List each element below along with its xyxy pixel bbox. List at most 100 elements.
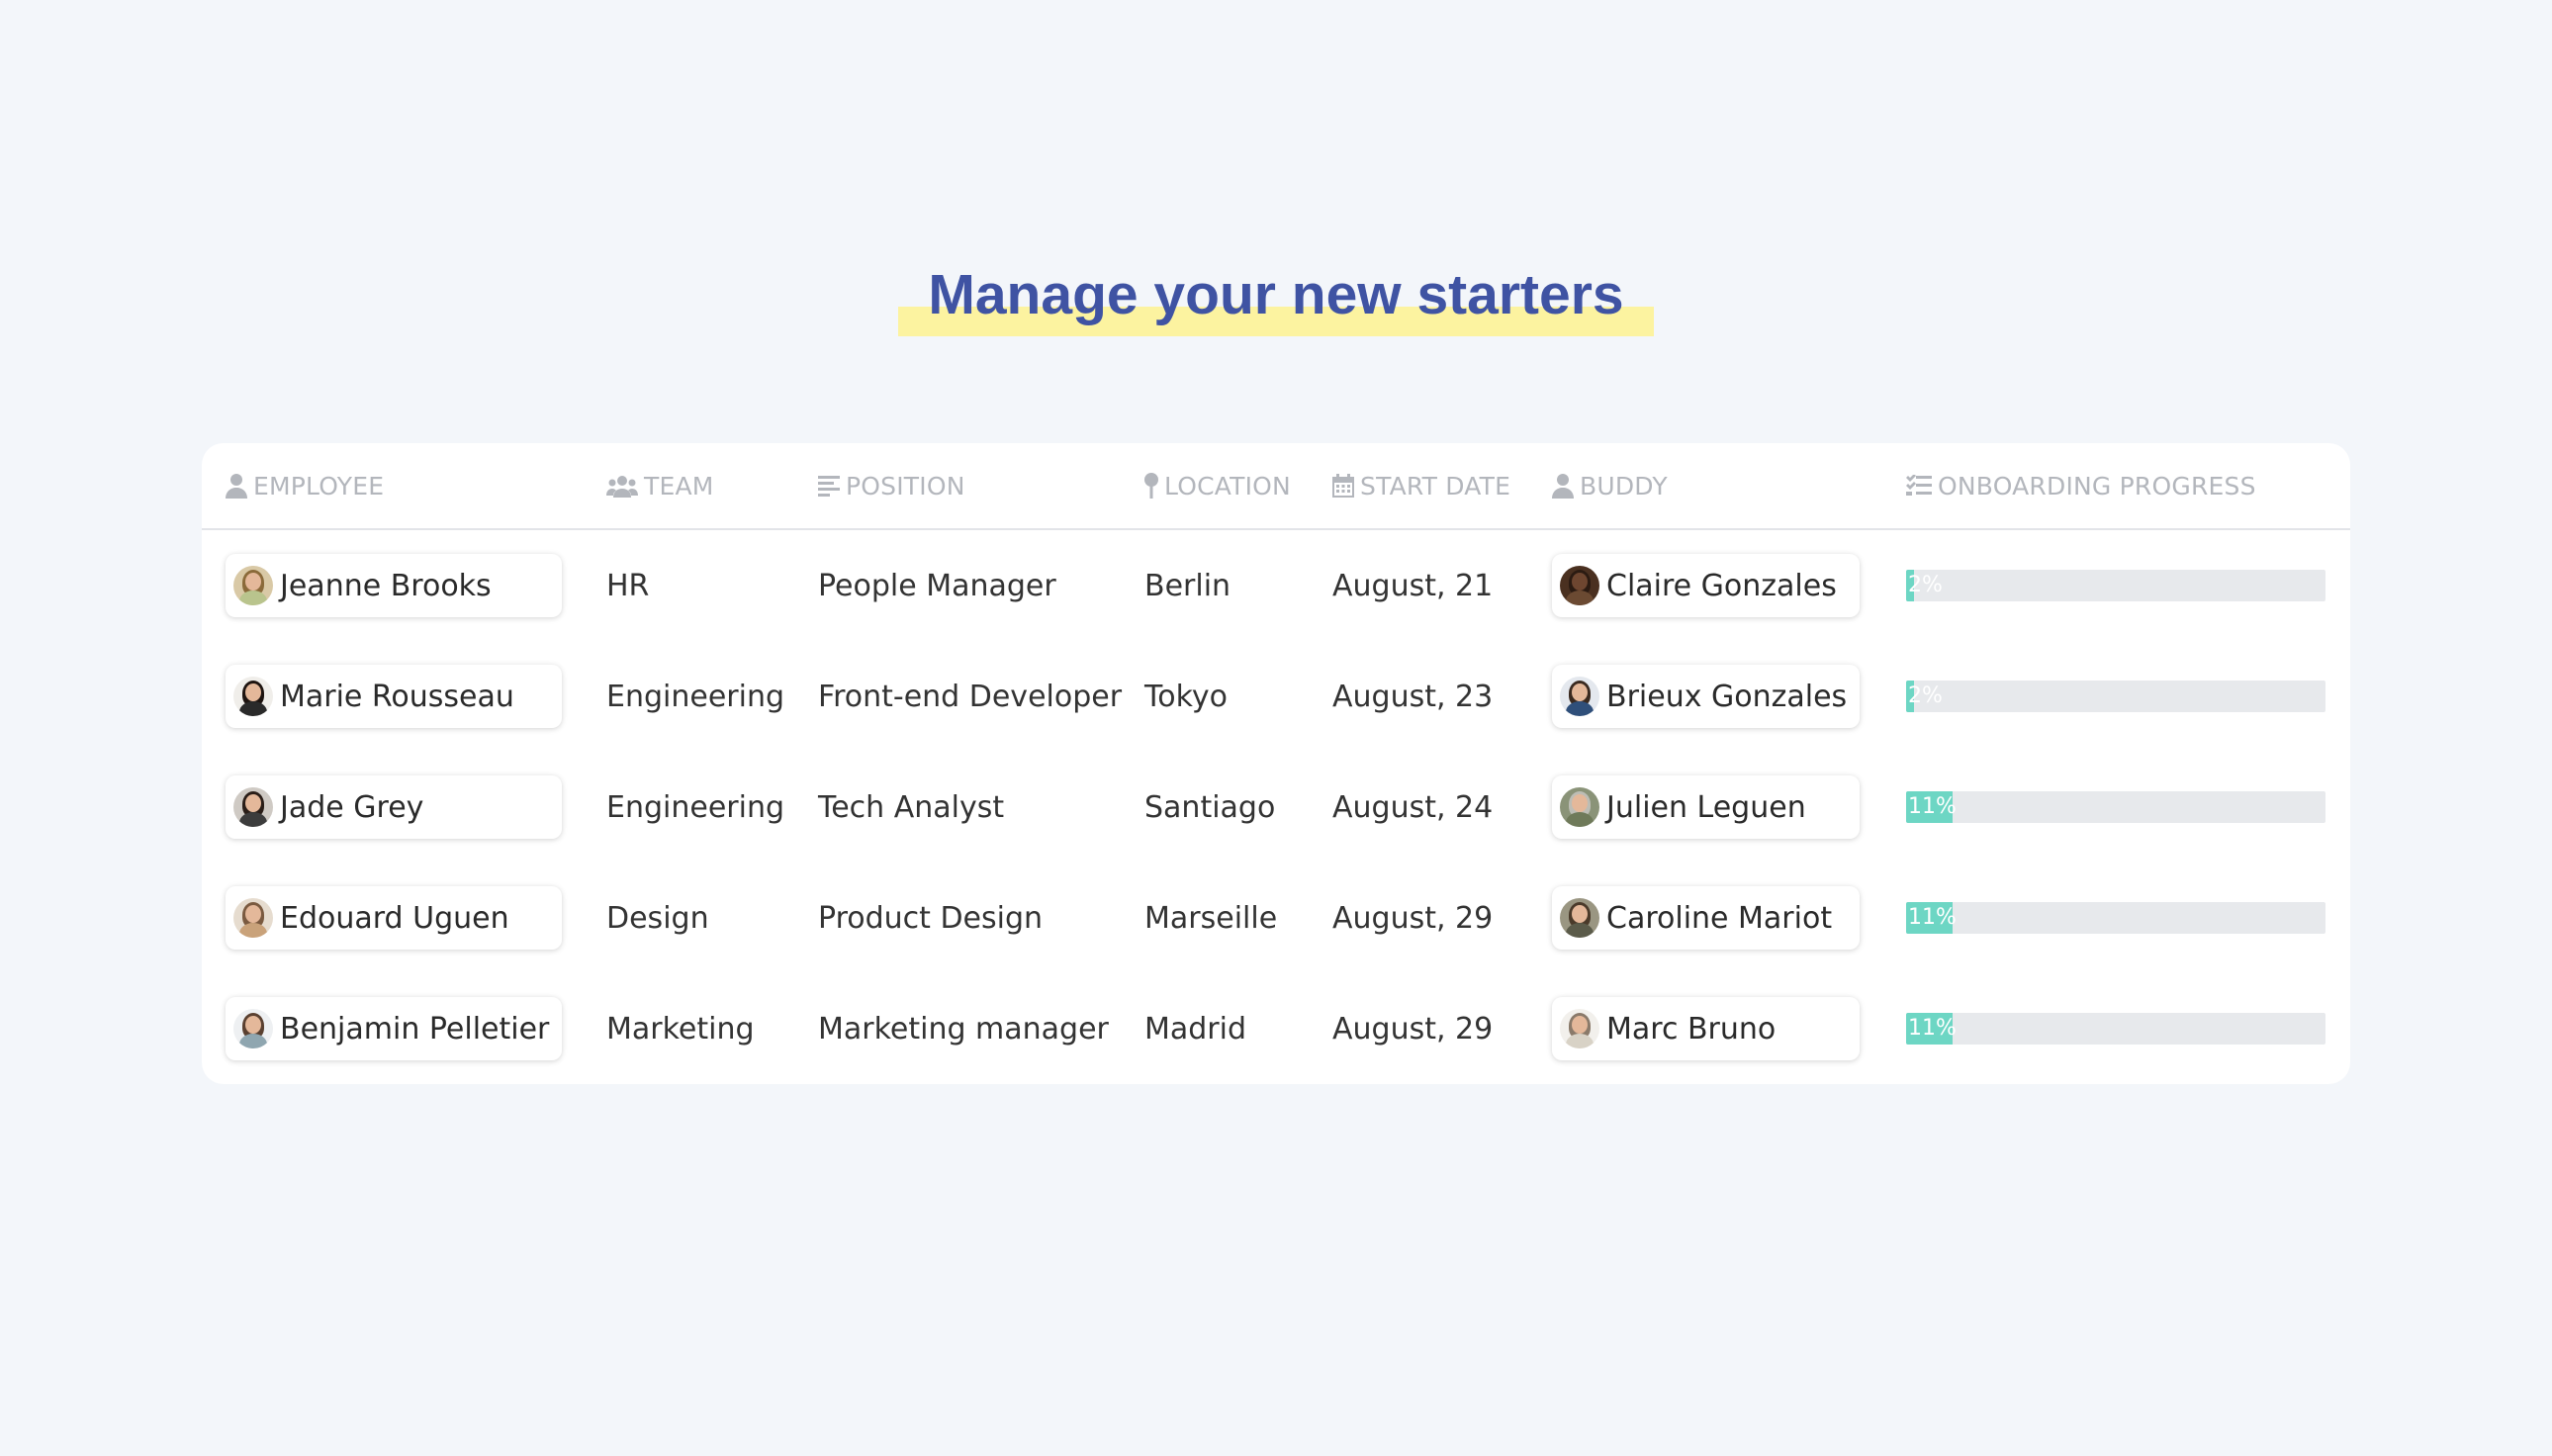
start-date-cell: August, 24 [1332,789,1494,825]
checklist-icon [1906,475,1932,496]
avatar [233,1009,273,1048]
avatar-body [239,591,267,605]
avatar [233,898,273,938]
location-cell: Berlin [1144,568,1231,603]
buddy-chip[interactable]: Claire Gonzales [1552,554,1860,617]
start-date-cell: August, 29 [1332,900,1494,936]
avatar-face [1572,683,1588,701]
employee-chip[interactable]: Jeanne Brooks [226,554,562,617]
employee-chip[interactable]: Benjamin Pelletier [226,997,562,1060]
table-row: Jade Grey Engineering Tech Analyst Santiago… [202,752,2350,863]
team-cell: HR [606,568,650,603]
avatar-face [1572,905,1588,923]
column-header-team[interactable]: TEAM [606,443,714,528]
avatar [233,787,273,827]
onboarding-progress-bar: 2% [1906,681,2325,712]
progress-label: 11% [1908,905,1957,930]
avatar-body [1566,812,1594,827]
column-header-location-label: LOCATION [1164,471,1291,500]
avatar-body [1566,701,1594,716]
avatar-face [245,683,261,701]
buddy-chip[interactable]: Brieux Gonzales [1552,665,1860,728]
team-cell: Engineering [606,789,784,825]
avatar-body [239,812,267,827]
employee-name: Edouard Uguen [280,900,509,936]
avatar-body [1566,923,1594,938]
employee-name: Marie Rousseau [280,679,514,714]
location-pin-icon [1144,473,1158,499]
column-header-employee[interactable]: EMPLOYEE [226,443,384,528]
avatar [233,677,273,716]
column-header-employee-label: EMPLOYEE [253,471,385,500]
column-header-buddy[interactable]: BUDDY [1552,443,1668,528]
position-cell: Front-end Developer [818,679,1123,714]
column-header-team-label: TEAM [644,471,714,500]
starters-table: EMPLOYEE TEAM POSITION LOCATION START DA… [202,443,2350,1084]
column-header-onboarding-progress[interactable]: ONBOARDING PROGRESS [1906,443,2256,528]
employee-chip[interactable]: Edouard Uguen [226,886,562,950]
employee-name: Jeanne Brooks [280,568,492,603]
column-header-position-label: POSITION [846,471,965,500]
employee-name: Jade Grey [280,789,424,825]
page-title: Manage your new starters [898,259,1654,336]
onboarding-progress-bar: 11% [1906,902,2325,934]
employee-name: Benjamin Pelletier [280,1011,550,1046]
start-date-cell: August, 21 [1332,568,1494,603]
avatar-face [1572,1016,1588,1034]
person-icon [1552,474,1574,499]
column-header-onboarding-progress-label: ONBOARDING PROGRESS [1938,471,2256,500]
location-cell: Madrid [1144,1011,1247,1046]
column-header-position[interactable]: POSITION [818,443,965,528]
calendar-icon [1332,474,1354,498]
team-cell: Marketing [606,1011,755,1046]
position-cell: Product Design [818,900,1044,936]
location-cell: Marseille [1144,900,1278,936]
onboarding-progress-bar: 2% [1906,570,2325,601]
avatar-body [1566,591,1594,605]
employee-chip[interactable]: Marie Rousseau [226,665,562,728]
buddy-chip[interactable]: Caroline Mariot [1552,886,1860,950]
avatar-face [245,794,261,812]
people-icon [606,476,638,498]
start-date-cell: August, 23 [1332,679,1494,714]
table-header: EMPLOYEE TEAM POSITION LOCATION START DA… [202,443,2350,530]
column-header-location[interactable]: LOCATION [1144,443,1291,528]
buddy-name: Claire Gonzales [1606,568,1837,603]
progress-label: 11% [1908,1016,1957,1041]
team-cell: Engineering [606,679,784,714]
avatar-body [239,923,267,938]
column-header-buddy-label: BUDDY [1580,471,1668,500]
buddy-name: Julien Leguen [1606,789,1806,825]
progress-label: 2% [1908,683,1943,708]
location-cell: Santiago [1144,789,1276,825]
avatar [1560,566,1599,605]
progress-label: 11% [1908,794,1957,819]
avatar-face [1572,573,1588,591]
avatar [1560,898,1599,938]
column-header-start-date[interactable]: START DATE [1332,443,1510,528]
position-cell: Marketing manager [818,1011,1109,1046]
person-icon [226,474,247,499]
onboarding-progress-bar: 11% [1906,1013,2325,1045]
location-cell: Tokyo [1144,679,1228,714]
table-row: Jeanne Brooks HR People Manager Berlin Augus… [202,530,2350,641]
avatar-face [1572,794,1588,812]
buddy-name: Caroline Mariot [1606,900,1833,936]
employee-chip[interactable]: Jade Grey [226,775,562,839]
table-row: Marie Rousseau Engineering Front-end Devel… [202,641,2350,752]
avatar-body [239,701,267,716]
avatar-face [245,905,261,923]
avatar [1560,1009,1599,1048]
buddy-name: Marc Bruno [1606,1011,1777,1046]
avatar [233,566,273,605]
avatar-body [239,1034,267,1048]
progress-label: 2% [1908,573,1943,597]
buddy-chip[interactable]: Julien Leguen [1552,775,1860,839]
buddy-chip[interactable]: Marc Bruno [1552,997,1860,1060]
buddy-name: Brieux Gonzales [1606,679,1848,714]
title-wrap: Manage your new starters [0,259,2552,336]
column-header-start-date-label: START DATE [1360,471,1511,500]
position-cell: People Manager [818,568,1056,603]
text-lines-icon [818,476,840,497]
avatar-face [245,1016,261,1034]
